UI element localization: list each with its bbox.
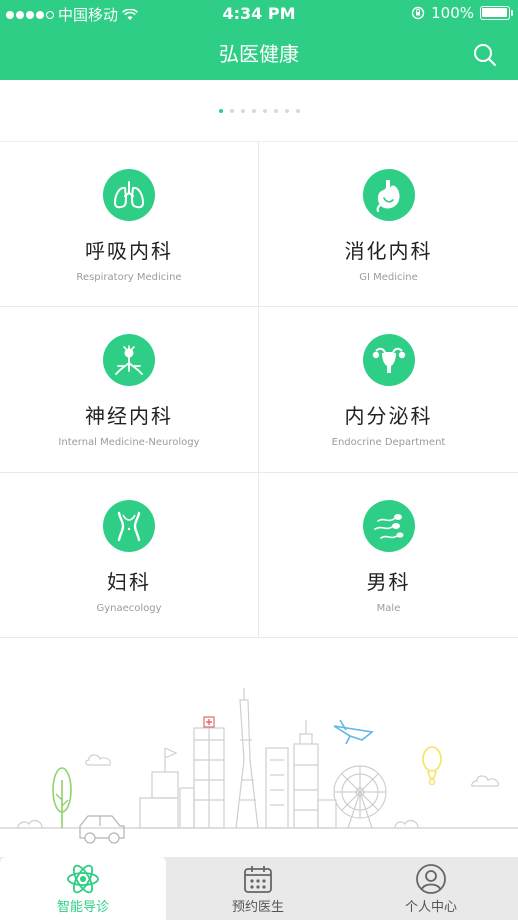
female-torso-icon <box>103 500 155 552</box>
status-bar: 中国移动 4:34 PM 100% <box>0 0 518 28</box>
department-name: 男科 <box>366 570 411 594</box>
tab-label: 智能导诊 <box>56 900 109 915</box>
department-english-name: GI Medicine <box>359 272 418 283</box>
carousel-dot[interactable] <box>284 109 289 113</box>
department-name: 妇科 <box>107 570 151 594</box>
stomach-icon <box>362 169 415 221</box>
carousel-dot[interactable] <box>229 109 234 113</box>
department-english-name: Internal Medicine-Neurology <box>58 437 200 448</box>
tab-smart-triage[interactable]: 智能导诊 <box>0 857 166 920</box>
status-right: 100% <box>411 4 513 22</box>
department-name: 消化内科 <box>344 239 433 263</box>
calendar-icon <box>244 866 272 893</box>
department-grid: 呼吸内科 Respiratory Medicine 消化内科 GI Medici… <box>0 142 518 638</box>
tab-personal-center[interactable]: 个人中心 <box>348 857 514 920</box>
banner-carousel[interactable] <box>0 80 518 142</box>
department-english-name: Male <box>376 603 401 614</box>
bottom-tab-bar: 智能导诊 预约医生 个人中心 <box>0 857 518 920</box>
rotation-lock-icon <box>411 6 425 20</box>
page-title: 弘医健康 <box>219 42 299 66</box>
search-icon[interactable] <box>472 42 498 68</box>
department-name: 内分泌科 <box>344 404 433 428</box>
department-name: 呼吸内科 <box>85 239 173 263</box>
department-english-name: Respiratory Medicine <box>76 272 182 283</box>
carousel-dot[interactable] <box>273 109 278 113</box>
carousel-dot[interactable] <box>240 109 245 113</box>
department-name: 神经内科 <box>85 404 173 428</box>
tab-book-doctor[interactable]: 预约医生 <box>175 857 341 920</box>
department-card-neurology[interactable]: 神经内科 Internal Medicine-Neurology <box>0 307 259 473</box>
department-card-endocrine[interactable]: 内分泌科 Endocrine Department <box>259 307 518 473</box>
battery-icon <box>480 6 513 20</box>
department-card-male[interactable]: 男科 Male <box>259 473 518 638</box>
department-card-respiratory[interactable]: 呼吸内科 Respiratory Medicine <box>0 142 259 307</box>
tab-label: 预约医生 <box>231 900 284 915</box>
lungs-icon <box>103 169 155 221</box>
carousel-dot[interactable] <box>218 109 223 113</box>
app-header: 中国移动 4:34 PM 100% 弘医健康 <box>0 0 518 80</box>
carousel-dot[interactable] <box>262 109 267 113</box>
title-bar: 弘医健康 <box>0 32 518 76</box>
carousel-dot[interactable] <box>295 109 300 113</box>
tab-label: 个人中心 <box>404 900 457 915</box>
uterus-icon <box>362 334 415 386</box>
user-icon <box>416 864 446 894</box>
atom-icon <box>67 864 99 894</box>
department-card-gi[interactable]: 消化内科 GI Medicine <box>259 142 518 307</box>
neuron-icon <box>103 334 155 386</box>
department-english-name: Endocrine Department <box>331 437 446 448</box>
sperm-icon <box>362 500 415 552</box>
battery-percent: 100% <box>431 4 474 22</box>
department-card-gynaecology[interactable]: 妇科 Gynaecology <box>0 473 259 638</box>
carousel-page-indicator[interactable] <box>0 109 518 113</box>
city-skyline-illustration <box>0 688 518 844</box>
department-english-name: Gynaecology <box>96 603 162 614</box>
carousel-dot[interactable] <box>251 109 256 113</box>
